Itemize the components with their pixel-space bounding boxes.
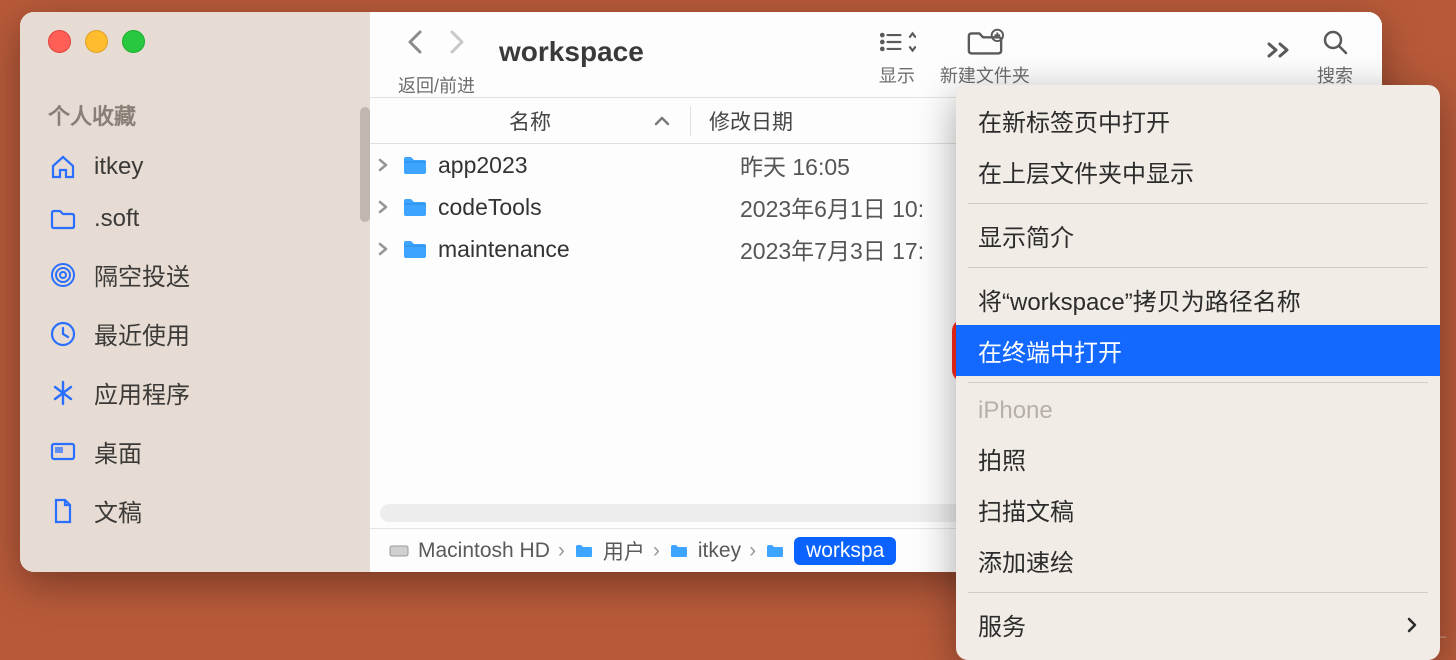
search-icon bbox=[1316, 28, 1354, 56]
sidebar-item-airdrop[interactable]: 隔空投送 bbox=[20, 245, 370, 304]
folder-icon bbox=[48, 205, 78, 233]
disclosure-icon[interactable] bbox=[378, 158, 396, 172]
sidebar-item-label: .soft bbox=[94, 205, 139, 233]
menu-separator bbox=[968, 592, 1428, 593]
menu-item[interactable]: 显示简介 bbox=[956, 210, 1440, 261]
menu-item-label: iPhone bbox=[978, 397, 1053, 425]
new-folder-icon bbox=[966, 28, 1004, 56]
menu-item-label: 扫描文稿 bbox=[978, 492, 1074, 527]
menu-item-label: 在新标签页中打开 bbox=[978, 103, 1170, 138]
apps-icon bbox=[48, 379, 78, 407]
menu-item-label: 将“workspace”拷贝为路径名称 bbox=[978, 282, 1301, 317]
path-part[interactable]: Macintosh HD bbox=[418, 539, 550, 563]
sidebar: 个人收藏 itkey .soft 隔空投送最近使用应用程序桌面文稿 bbox=[20, 12, 370, 572]
back-button[interactable] bbox=[406, 28, 426, 48]
view-label: 显示 bbox=[879, 62, 915, 88]
menu-item-label: 添加速绘 bbox=[978, 543, 1074, 578]
sidebar-item-desktop[interactable]: 桌面 bbox=[20, 422, 370, 481]
close-window-button[interactable] bbox=[48, 30, 71, 53]
menu-item[interactable]: 服务 bbox=[956, 599, 1440, 650]
list-view-icon bbox=[878, 28, 916, 56]
sidebar-item-label: itkey bbox=[94, 153, 143, 181]
menu-item-label: 在上层文件夹中显示 bbox=[978, 154, 1194, 189]
folder-icon bbox=[402, 196, 428, 218]
window-title: workspace bbox=[499, 36, 644, 68]
chevron-right-icon: › bbox=[749, 539, 756, 563]
file-name: maintenance bbox=[438, 236, 740, 263]
sidebar-item-label: 应用程序 bbox=[94, 375, 190, 410]
disk-icon bbox=[388, 542, 410, 560]
menu-item[interactable]: 将“workspace”拷贝为路径名称 bbox=[956, 274, 1440, 325]
sidebar-item-label: 隔空投送 bbox=[94, 257, 190, 292]
search-button[interactable]: 搜索 bbox=[1316, 22, 1354, 88]
chevron-right-icon: › bbox=[558, 539, 565, 563]
view-switcher[interactable]: 显示 bbox=[878, 22, 916, 88]
menu-separator bbox=[968, 203, 1428, 204]
nav-group: 返回/前进 bbox=[398, 22, 475, 98]
menu-item[interactable]: 在新标签页中打开 bbox=[956, 95, 1440, 146]
file-name: codeTools bbox=[438, 194, 740, 221]
document-icon bbox=[48, 497, 78, 525]
minimize-window-button[interactable] bbox=[85, 30, 108, 53]
column-name[interactable]: 名称 bbox=[370, 106, 690, 136]
maximize-window-button[interactable] bbox=[122, 30, 145, 53]
sidebar-section-label: 个人收藏 bbox=[20, 93, 370, 141]
title-area: workspace bbox=[499, 22, 644, 68]
sidebar-item-label: 最近使用 bbox=[94, 316, 190, 351]
menu-item[interactable]: 拍照 bbox=[956, 433, 1440, 484]
menu-item[interactable]: 扫描文稿 bbox=[956, 484, 1440, 535]
sidebar-items: itkey .soft 隔空投送最近使用应用程序桌面文稿 bbox=[20, 141, 370, 540]
context-menu: 在新标签页中打开在上层文件夹中显示显示简介将“workspace”拷贝为路径名称… bbox=[956, 85, 1440, 660]
folder-icon bbox=[573, 542, 595, 560]
menu-item-label: 服务 bbox=[978, 607, 1026, 642]
path-current[interactable]: workspa bbox=[794, 537, 896, 565]
menu-separator bbox=[968, 267, 1428, 268]
menu-item-label: 拍照 bbox=[978, 441, 1026, 476]
sidebar-item-clock[interactable]: 最近使用 bbox=[20, 304, 370, 363]
sidebar-item-folder[interactable]: .soft bbox=[20, 193, 370, 245]
menu-item[interactable]: 在上层文件夹中显示 bbox=[956, 146, 1440, 197]
sidebar-item-label: 桌面 bbox=[94, 434, 142, 469]
sidebar-item-document[interactable]: 文稿 bbox=[20, 481, 370, 540]
sidebar-item-apps[interactable]: 应用程序 bbox=[20, 363, 370, 422]
menu-item: iPhone bbox=[956, 389, 1440, 433]
toolbar-overflow-button[interactable] bbox=[1264, 22, 1292, 60]
disclosure-icon[interactable] bbox=[378, 200, 396, 214]
menu-separator bbox=[968, 382, 1428, 383]
file-name: app2023 bbox=[438, 152, 740, 179]
sort-indicator-icon bbox=[654, 115, 670, 127]
menu-item[interactable]: 添加速绘 bbox=[956, 535, 1440, 586]
chevron-right-icon: › bbox=[653, 539, 660, 563]
folder-icon bbox=[402, 238, 428, 260]
chevron-right-icon bbox=[1406, 616, 1418, 634]
menu-item[interactable]: 在终端中打开 bbox=[956, 325, 1440, 376]
sidebar-item-home[interactable]: itkey bbox=[20, 141, 370, 193]
nav-label: 返回/前进 bbox=[398, 72, 475, 98]
menu-item-label: 在终端中打开 bbox=[978, 333, 1122, 368]
column-name-label: 名称 bbox=[509, 106, 551, 136]
sidebar-scrollbar[interactable] bbox=[360, 107, 370, 222]
menu-item-label: 显示简介 bbox=[978, 218, 1074, 253]
folder-icon bbox=[764, 542, 786, 560]
folder-icon bbox=[402, 154, 428, 176]
forward-button[interactable] bbox=[448, 28, 468, 48]
clock-icon bbox=[48, 320, 78, 348]
traffic-lights bbox=[20, 30, 370, 53]
sidebar-item-label: 文稿 bbox=[94, 493, 142, 528]
new-folder-button[interactable]: 新建文件夹 bbox=[940, 22, 1030, 88]
folder-icon bbox=[668, 542, 690, 560]
airdrop-icon bbox=[48, 261, 78, 289]
desktop-icon bbox=[48, 438, 78, 466]
path-part[interactable]: itkey bbox=[698, 539, 741, 563]
path-part[interactable]: 用户 bbox=[603, 536, 645, 566]
disclosure-icon[interactable] bbox=[378, 242, 396, 256]
home-icon bbox=[48, 153, 78, 181]
